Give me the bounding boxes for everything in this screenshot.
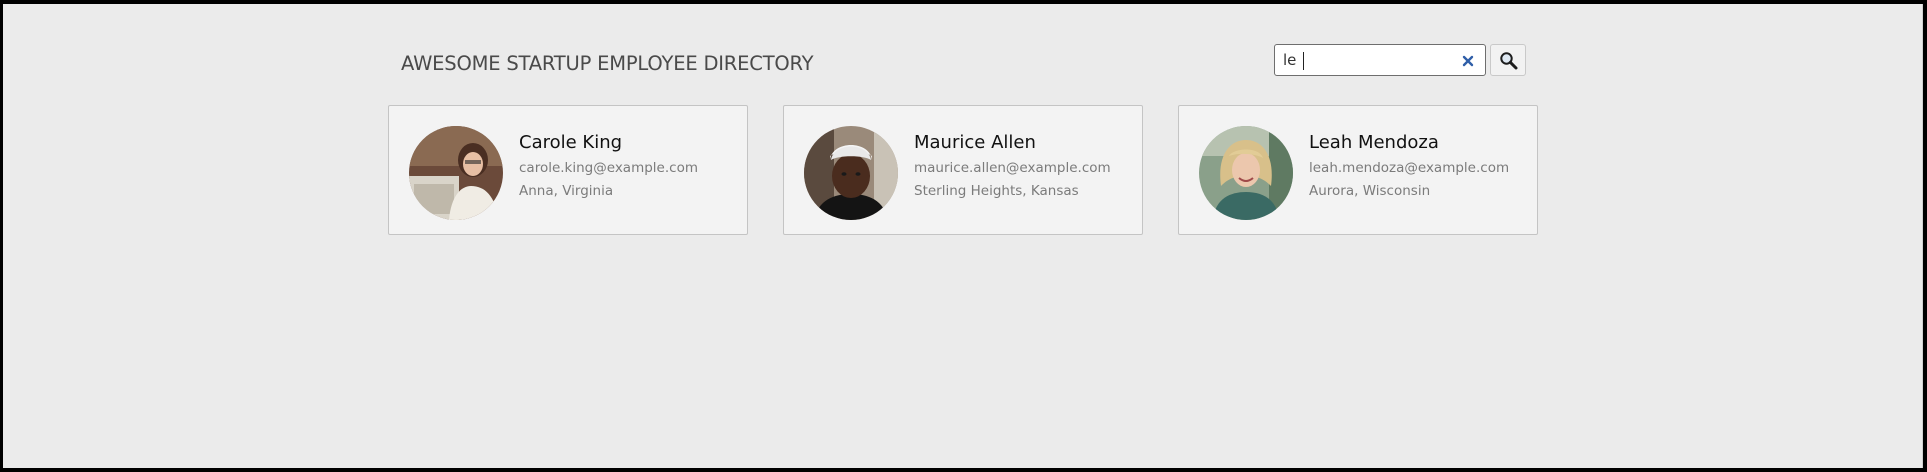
employee-gallery: Carole King carole.king@example.com Anna…	[388, 105, 1548, 237]
search-icon	[1500, 52, 1518, 70]
page-header: AWESOME STARTUP EMPLOYEE DIRECTORY	[398, 44, 1533, 84]
employee-card[interactable]: Maurice Allen maurice.allen@example.com …	[783, 105, 1143, 235]
avatar	[804, 126, 898, 220]
employee-name: Carole King	[519, 132, 623, 153]
search-input[interactable]	[1283, 49, 1443, 71]
employee-location: Sterling Heights, Kansas	[914, 183, 1079, 199]
employee-name: Maurice Allen	[914, 132, 1036, 153]
search-field[interactable]	[1274, 44, 1486, 76]
close-icon[interactable]	[1461, 53, 1475, 67]
page-title: AWESOME STARTUP EMPLOYEE DIRECTORY	[401, 52, 814, 75]
employee-info: Carole King carole.king@example.com Anna…	[519, 132, 739, 200]
employee-card[interactable]: Carole King carole.king@example.com Anna…	[388, 105, 748, 235]
employee-info: Maurice Allen maurice.allen@example.com …	[914, 132, 1134, 200]
employee-card[interactable]: Leah Mendoza leah.mendoza@example.com Au…	[1178, 105, 1538, 235]
text-caret	[1303, 52, 1304, 70]
employee-email: leah.mendoza@example.com	[1309, 160, 1510, 176]
avatar	[1199, 126, 1293, 220]
page: AWESOME STARTUP EMPLOYEE DIRECTORY le Ca…	[3, 4, 1923, 468]
employee-location: Anna, Virginia	[519, 183, 614, 199]
employee-name: Leah Mendoza	[1309, 132, 1439, 153]
employee-location: Aurora, Wisconsin	[1309, 183, 1431, 199]
avatar	[409, 126, 503, 220]
employee-email: carole.king@example.com	[519, 160, 698, 176]
search-form	[1274, 44, 1538, 78]
employee-email: maurice.allen@example.com	[914, 160, 1111, 176]
employee-info: Leah Mendoza leah.mendoza@example.com Au…	[1309, 132, 1529, 200]
search-button[interactable]	[1490, 44, 1526, 76]
